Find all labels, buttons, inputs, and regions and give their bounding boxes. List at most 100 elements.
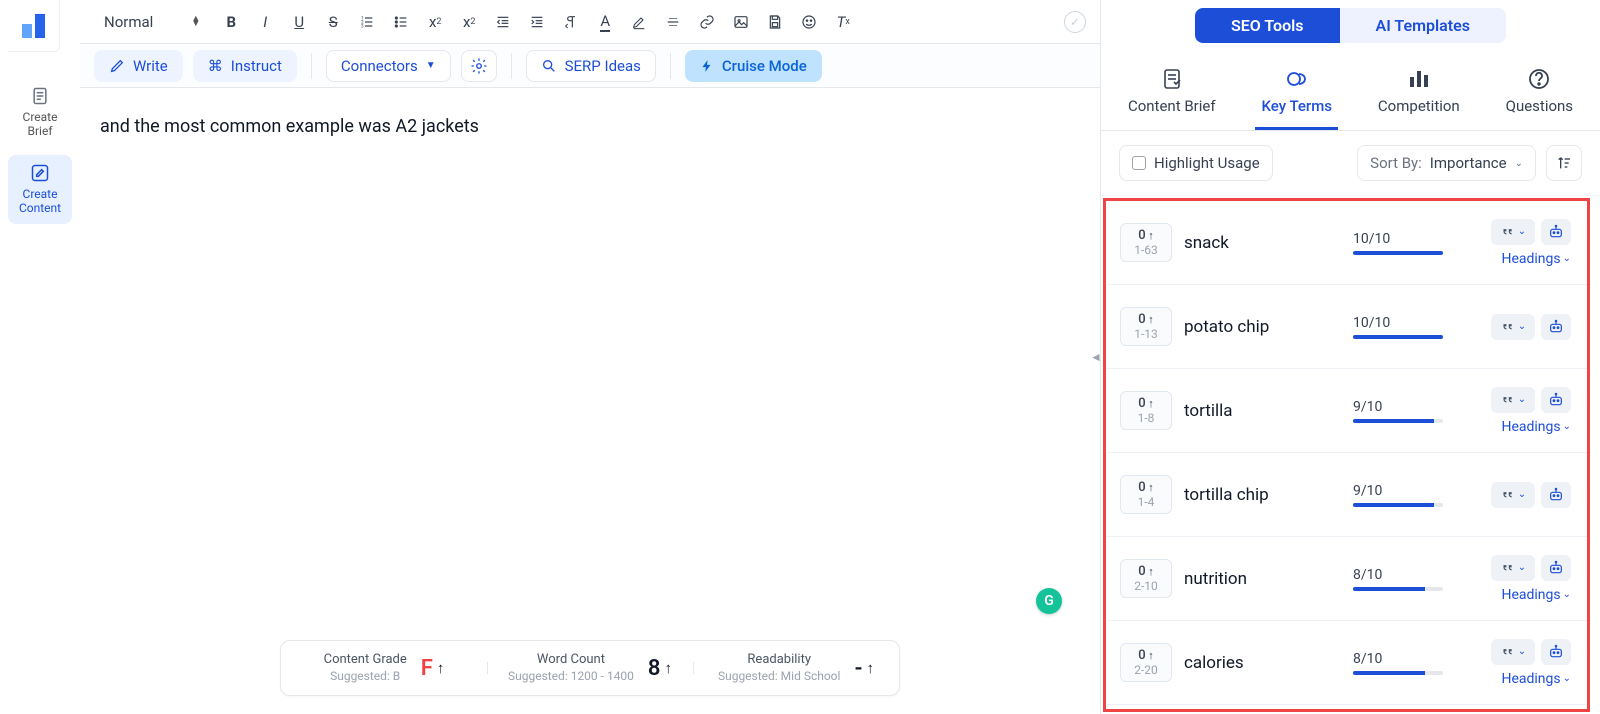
- svg-text:3: 3: [361, 23, 364, 29]
- link-button[interactable]: [694, 7, 720, 37]
- text-direction-button[interactable]: [558, 7, 584, 37]
- document-icon: [30, 86, 50, 106]
- pilcrow-icon: [563, 14, 579, 30]
- headings-link[interactable]: Headings⌄: [1501, 419, 1571, 435]
- headings-link[interactable]: Headings⌄: [1501, 671, 1571, 687]
- emoji-button[interactable]: [796, 7, 822, 37]
- link-icon: [699, 14, 715, 30]
- instruct-button[interactable]: ⌘ Instruct: [193, 50, 297, 82]
- headings-link[interactable]: Headings⌄: [1501, 251, 1571, 267]
- insert-term-button[interactable]: ⌄: [1491, 555, 1535, 581]
- score-text: 10/10: [1353, 315, 1463, 331]
- arrow-up-icon: ↑: [665, 659, 673, 677]
- subscript-button[interactable]: x2: [422, 7, 448, 37]
- ordered-list-button[interactable]: 123: [354, 7, 380, 37]
- nav-create-brief[interactable]: Create Brief: [8, 78, 72, 147]
- tab-key-terms[interactable]: Key Terms: [1255, 61, 1338, 130]
- cruise-mode-button[interactable]: Cruise Mode: [685, 50, 822, 82]
- stepper-icon: ▲▼: [191, 17, 200, 27]
- key-terms-list: 0 ↑1-63snack10/10⌄Headings⌄0 ↑1-13potato…: [1103, 198, 1590, 712]
- term-range: 1-8: [1121, 411, 1171, 425]
- nav-create-content[interactable]: Create Content: [8, 155, 72, 224]
- italic-button[interactable]: I: [252, 7, 278, 37]
- term-details-button[interactable]: [1541, 219, 1571, 245]
- chevron-down-icon: ⌄: [1518, 321, 1526, 332]
- indent-button[interactable]: [524, 7, 550, 37]
- sort-label: Sort By:: [1370, 154, 1422, 172]
- insert-term-button[interactable]: ⌄: [1491, 387, 1535, 413]
- term-details-button[interactable]: [1541, 482, 1571, 508]
- insert-term-button[interactable]: ⌄: [1491, 482, 1535, 508]
- save-icon: [767, 14, 783, 30]
- tab-content-brief[interactable]: Content Brief: [1122, 61, 1222, 130]
- bold-button[interactable]: B: [218, 7, 244, 37]
- settings-button[interactable]: [461, 50, 497, 82]
- metric-value: -↑: [854, 656, 874, 681]
- metrics-bar: Content Grade Suggested: B F↑ Word Count…: [280, 640, 900, 696]
- grammarly-badge[interactable]: G: [1036, 588, 1062, 614]
- sort-direction-button[interactable]: [1546, 145, 1582, 181]
- term-details-button[interactable]: [1541, 387, 1571, 413]
- highlighter-icon: [631, 14, 647, 30]
- sort-icon: [1556, 155, 1572, 171]
- serp-ideas-button[interactable]: SERP Ideas: [526, 50, 656, 82]
- unordered-list-button[interactable]: [388, 7, 414, 37]
- outdent-button[interactable]: [490, 7, 516, 37]
- quote-icon: [1500, 225, 1514, 239]
- outdent-icon: [495, 14, 511, 30]
- term-score: 10/10: [1353, 315, 1463, 339]
- smile-icon: [801, 14, 817, 30]
- editor-area[interactable]: and the most common example was A2 jacke…: [80, 88, 1100, 714]
- command-icon: ⌘: [208, 57, 223, 75]
- chevron-down-icon: ⌄: [1563, 673, 1571, 684]
- highlight-color-button[interactable]: [626, 7, 652, 37]
- underline-button[interactable]: U: [286, 7, 312, 37]
- strikethrough-button[interactable]: S: [320, 7, 346, 37]
- term-count-box: 0 ↑1-63: [1120, 223, 1172, 262]
- pencil-icon: [109, 58, 125, 74]
- chevron-down-icon: ⌄: [1563, 589, 1571, 600]
- clear-formatting-button[interactable]: Tx: [830, 7, 856, 37]
- arrow-up-icon: ↑: [867, 659, 875, 677]
- headings-link[interactable]: Headings⌄: [1501, 587, 1571, 603]
- term-count-box: 0 ↑2-10: [1120, 559, 1172, 598]
- insert-term-button[interactable]: ⌄: [1491, 639, 1535, 665]
- term-details-button[interactable]: [1541, 314, 1571, 340]
- toolbar-separator: [670, 53, 671, 79]
- insert-term-button[interactable]: ⌄: [1491, 314, 1535, 340]
- rpanel-tabs: Content Brief Key Terms Competition Ques…: [1101, 53, 1600, 131]
- term-details-button[interactable]: [1541, 639, 1571, 665]
- sort-dropdown[interactable]: Sort By: Importance ⌄: [1357, 145, 1536, 181]
- ai-templates-tab[interactable]: AI Templates: [1340, 8, 1506, 43]
- term-range: 1-63: [1121, 243, 1171, 257]
- term-range: 1-13: [1121, 327, 1171, 341]
- metric-value: 8↑: [648, 656, 672, 681]
- term-count: 0 ↑: [1121, 396, 1171, 411]
- insert-term-button[interactable]: ⌄: [1491, 219, 1535, 245]
- tab-competition[interactable]: Competition: [1372, 61, 1466, 130]
- term-details-button[interactable]: [1541, 555, 1571, 581]
- paragraph-style-select[interactable]: Normal ▲▼: [94, 7, 210, 37]
- highlight-usage-toggle[interactable]: Highlight Usage: [1119, 145, 1273, 181]
- search-icon: [541, 58, 557, 74]
- term-controls: ⌄ Headings⌄: [1475, 387, 1571, 435]
- style-label: Normal: [104, 13, 153, 31]
- robot-icon: [1548, 392, 1564, 408]
- status-check-icon: ✓: [1064, 11, 1086, 33]
- image-button[interactable]: [728, 7, 754, 37]
- connectors-dropdown[interactable]: Connectors ▼: [326, 50, 451, 82]
- write-button[interactable]: Write: [94, 50, 183, 82]
- competition-icon: [1407, 67, 1431, 91]
- divider-button[interactable]: [660, 7, 686, 37]
- term-count: 0 ↑: [1121, 648, 1171, 663]
- term-range: 2-10: [1121, 579, 1171, 593]
- term-score: 8/10: [1353, 567, 1463, 591]
- seo-tools-tab[interactable]: SEO Tools: [1195, 8, 1340, 43]
- pencil-box-icon: [30, 163, 50, 183]
- superscript-button[interactable]: x2: [456, 7, 482, 37]
- term-score: 8/10: [1353, 651, 1463, 675]
- tab-questions[interactable]: Questions: [1500, 61, 1579, 130]
- text-color-button[interactable]: A: [592, 7, 618, 37]
- save-button[interactable]: [762, 7, 788, 37]
- bolt-icon: [700, 59, 714, 73]
